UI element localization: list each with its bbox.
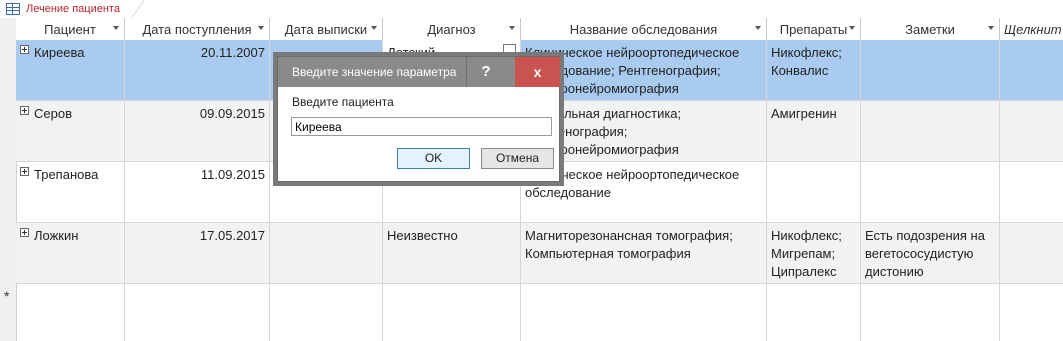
cell-drugs[interactable]: Амигренин bbox=[767, 101, 861, 161]
cell-diagnosis[interactable]: Неизвестно bbox=[383, 223, 521, 283]
column-header-exam[interactable]: Название обследования bbox=[521, 18, 767, 40]
cell-notes[interactable] bbox=[861, 284, 1000, 341]
column-header-notes[interactable]: Заметки bbox=[861, 18, 1000, 40]
cell-notes[interactable] bbox=[861, 162, 1000, 222]
dialog-prompt: Введите пациента bbox=[292, 95, 394, 109]
document-tab-strip: Лечение пациента bbox=[0, 0, 1063, 19]
column-header-discharge[interactable]: Дата выписки bbox=[270, 18, 383, 40]
cell-notes[interactable] bbox=[861, 40, 1000, 100]
expand-icon[interactable] bbox=[20, 167, 29, 176]
dialog-title: Введите значение параметра bbox=[292, 65, 457, 79]
cell-admission[interactable]: 11.09.2015 bbox=[125, 162, 270, 222]
dropdown-arrow-icon[interactable] bbox=[258, 26, 264, 30]
cell-patient[interactable] bbox=[16, 284, 125, 341]
column-header-add-field[interactable]: Щелкнит bbox=[1000, 18, 1063, 40]
cell-admission[interactable]: 20.11.2007 bbox=[125, 40, 270, 100]
cell-admission[interactable] bbox=[125, 284, 270, 341]
table-icon bbox=[6, 2, 20, 15]
table-row[interactable]: Ложкин 17.05.2017 Неизвестно Магниторезо… bbox=[16, 223, 1063, 284]
cell-add-field[interactable] bbox=[1000, 162, 1063, 222]
new-record-marker: * bbox=[4, 288, 10, 304]
cell-patient[interactable]: Киреева bbox=[16, 40, 125, 100]
cell-discharge[interactable] bbox=[270, 284, 383, 341]
cell-drugs[interactable]: Никофлекс; Мигрепам; Ципралекс bbox=[767, 223, 861, 283]
column-header-patient[interactable]: Пациент bbox=[16, 18, 125, 40]
cell-add-field[interactable] bbox=[1000, 284, 1063, 341]
cell-text: Трепанова bbox=[34, 167, 99, 182]
cell-exam[interactable]: Магниторезонансная томография; Компьютер… bbox=[521, 223, 767, 283]
parameter-input[interactable] bbox=[291, 117, 552, 136]
cell-discharge[interactable] bbox=[270, 223, 383, 283]
column-header-label: Препараты bbox=[779, 21, 848, 37]
cell-notes[interactable]: Есть подозрения на вегетососудистую дист… bbox=[861, 223, 1000, 283]
cell-drugs[interactable] bbox=[767, 284, 861, 341]
cell-admission[interactable]: 17.05.2017 bbox=[125, 223, 270, 283]
cell-add-field[interactable] bbox=[1000, 101, 1063, 161]
ok-button[interactable]: OK bbox=[397, 148, 470, 169]
column-header-row: Пациент Дата поступления Дата выписки Ди… bbox=[16, 18, 1063, 41]
column-header-diagnosis[interactable]: Диагноз bbox=[383, 18, 521, 40]
cell-text: Ложкин bbox=[34, 228, 79, 243]
cell-add-field[interactable] bbox=[1000, 223, 1063, 283]
cell-patient[interactable]: Трепанова bbox=[16, 162, 125, 222]
column-header-label: Пациент bbox=[44, 21, 96, 37]
document-tab-label: Лечение пациента bbox=[26, 2, 120, 15]
column-header-label: Щелкнит bbox=[1004, 21, 1062, 37]
parameter-dialog: Введите значение параметра ? x Введите п… bbox=[277, 56, 560, 182]
column-header-label: Дата поступления bbox=[142, 21, 252, 37]
new-record-row[interactable] bbox=[16, 284, 1063, 341]
cell-exam[interactable] bbox=[521, 284, 767, 341]
cell-drugs[interactable]: Никофлекс; Конвалис bbox=[767, 40, 861, 100]
column-header-label: Диагноз bbox=[427, 21, 476, 37]
document-tab[interactable]: Лечение пациента bbox=[0, 0, 133, 17]
cell-admission[interactable]: 09.09.2015 bbox=[125, 101, 270, 161]
expand-icon[interactable] bbox=[20, 45, 29, 54]
cell-notes[interactable] bbox=[861, 101, 1000, 161]
column-header-drugs[interactable]: Препараты bbox=[767, 18, 861, 40]
dropdown-arrow-icon[interactable] bbox=[988, 26, 994, 30]
column-header-label: Заметки bbox=[905, 21, 955, 37]
cancel-button[interactable]: Отмена bbox=[481, 148, 554, 169]
expand-icon[interactable] bbox=[20, 106, 29, 115]
cell-patient[interactable]: Ложкин bbox=[16, 223, 125, 283]
cell-text: Серов bbox=[34, 106, 72, 121]
dropdown-arrow-icon[interactable] bbox=[509, 26, 515, 30]
close-button[interactable]: x bbox=[515, 57, 560, 87]
help-button[interactable]: ? bbox=[466, 57, 505, 87]
cell-diagnosis[interactable] bbox=[383, 284, 521, 341]
tab-edge bbox=[132, 0, 144, 17]
column-header-label: Название обследования bbox=[569, 21, 718, 37]
cell-add-field[interactable] bbox=[1000, 40, 1063, 100]
dropdown-arrow-icon[interactable] bbox=[371, 26, 377, 30]
expand-icon[interactable] bbox=[20, 228, 29, 237]
dropdown-arrow-icon[interactable] bbox=[755, 26, 761, 30]
dropdown-arrow-icon[interactable] bbox=[849, 26, 855, 30]
dropdown-arrow-icon[interactable] bbox=[113, 26, 119, 30]
column-header-admission[interactable]: Дата поступления bbox=[125, 18, 270, 40]
cell-patient[interactable]: Серов bbox=[16, 101, 125, 161]
cell-drugs[interactable] bbox=[767, 162, 861, 222]
column-header-label: Дата выписки bbox=[284, 21, 368, 37]
cell-text: Киреева bbox=[34, 45, 85, 60]
